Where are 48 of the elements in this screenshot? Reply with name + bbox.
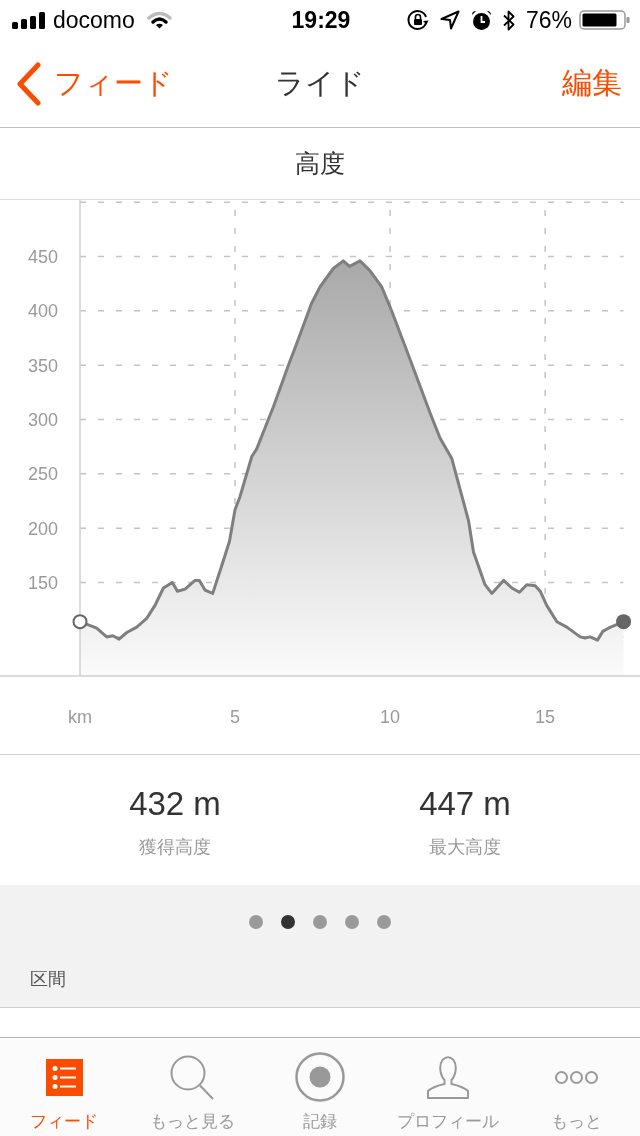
tab-item[interactable]: フィード [0, 1038, 128, 1136]
carrier-name: docomo [53, 6, 135, 34]
tab-item[interactable]: 記録 [256, 1038, 384, 1136]
x-axis-label: 15 [535, 707, 556, 727]
status-time: 19:29 [291, 6, 351, 34]
y-axis-label: 150 [27, 573, 58, 594]
edit-button[interactable]: 編集 [562, 63, 622, 104]
page-dot-icon[interactable] [313, 915, 327, 929]
battery-icon [579, 10, 630, 30]
record-icon [295, 1052, 345, 1102]
stat-label: 最大高度 [429, 836, 501, 859]
tab-item[interactable]: もっと [512, 1038, 640, 1136]
start-marker-icon [72, 614, 88, 630]
person-icon [426, 1055, 470, 1099]
y-axis-label: 400 [27, 301, 58, 322]
x-axis-label: 10 [380, 707, 401, 727]
x-axis-label: 5 [230, 707, 241, 727]
stat-label: 獲得高度 [139, 836, 211, 859]
page-dot-icon[interactable] [345, 915, 359, 929]
alarm-clock-icon [470, 9, 492, 31]
x-axis-unit-label: km [68, 707, 92, 727]
bluetooth-icon [502, 9, 515, 31]
y-axis-label: 250 [27, 464, 58, 485]
nav-title: ライド [275, 65, 365, 101]
y-axis-label: 450 [27, 247, 58, 267]
y-axis-label: 200 [27, 518, 58, 539]
y-axis-label: 300 [27, 410, 58, 431]
more-dots-icon [553, 1069, 599, 1085]
signal-bars-icon [12, 11, 46, 29]
back-chevron-icon [16, 61, 42, 106]
y-axis-label: 350 [27, 355, 58, 376]
tab-item[interactable]: もっと見る [128, 1038, 256, 1136]
stat-value: 432 m [129, 785, 221, 823]
page-dot-icon[interactable] [281, 915, 295, 929]
rotation-lock-icon [406, 9, 429, 31]
back-button[interactable]: フィード [0, 61, 173, 106]
section-heading: 区間 [30, 968, 66, 991]
search-icon [170, 1054, 214, 1100]
page-dot-icon[interactable] [249, 915, 263, 929]
wifi-icon [146, 11, 172, 29]
end-marker-icon [616, 614, 632, 630]
tab-item[interactable]: プロフィール [384, 1038, 512, 1136]
stat-value: 447 m [419, 785, 511, 823]
page-dot-icon[interactable] [377, 915, 391, 929]
battery-percent: 76% [525, 6, 572, 34]
location-arrow-icon [439, 10, 460, 30]
chart-title: 高度 [295, 148, 345, 179]
list-icon [45, 1058, 83, 1096]
